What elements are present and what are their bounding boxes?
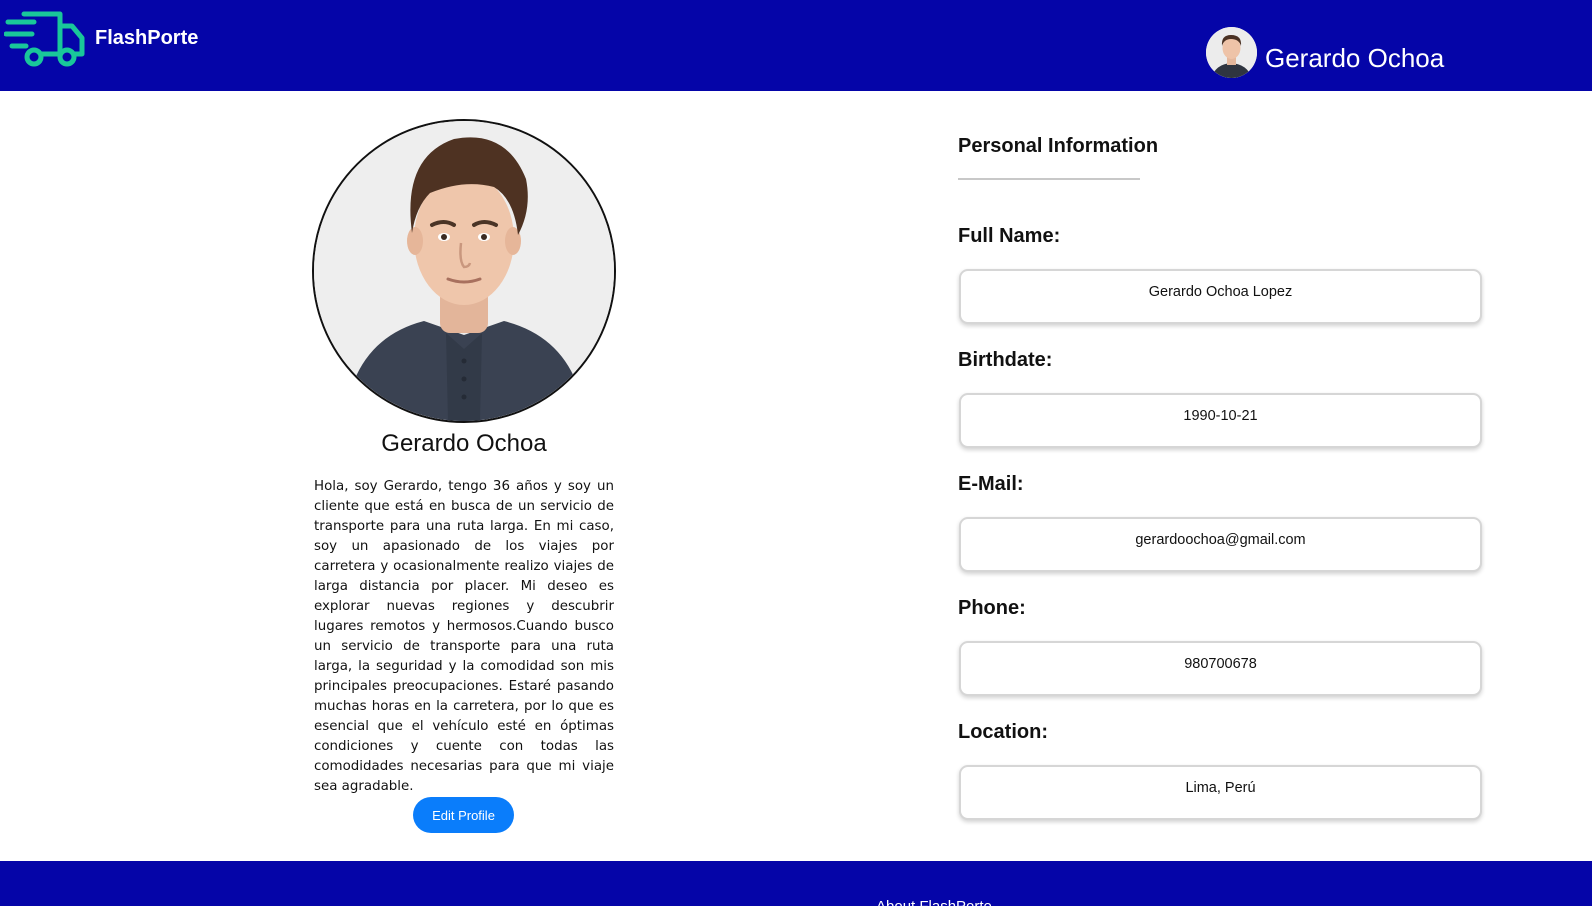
about-link[interactable]: About FlashPorte: [876, 898, 992, 906]
profile-name: Gerardo Ochoa: [381, 430, 547, 457]
birthdate-label: Birthdate:: [958, 349, 1053, 371]
divider: [958, 178, 1140, 180]
location-field[interactable]: Lima, Perú: [959, 765, 1482, 820]
delivery-truck-icon[interactable]: [4, 6, 86, 68]
email-label: E-Mail:: [958, 473, 1024, 495]
top-navigation-bar: FlashPorte Gerardo Ochoa: [0, 0, 1592, 91]
full-name-label: Full Name:: [958, 225, 1061, 247]
section-title: Personal Information: [958, 135, 1159, 157]
edit-profile-button[interactable]: Edit Profile: [413, 797, 514, 833]
email-field[interactable]: gerardoochoa@gmail.com: [959, 517, 1482, 572]
full-name-field[interactable]: Gerardo Ochoa Lopez: [959, 269, 1482, 324]
phone-field[interactable]: 980700678: [959, 641, 1482, 696]
birthdate-field[interactable]: 1990-10-21: [959, 393, 1482, 448]
footer: About FlashPorte: [0, 861, 1592, 906]
profile-photo: [312, 119, 616, 423]
avatar[interactable]: [1206, 26, 1257, 78]
user-name: Gerardo Ochoa: [1265, 42, 1445, 73]
brand-name[interactable]: FlashPorte: [95, 27, 198, 50]
phone-label: Phone:: [958, 597, 1026, 619]
location-label: Location:: [958, 721, 1048, 743]
profile-bio: Hola, soy Gerardo, tengo 36 años y soy u…: [314, 479, 614, 794]
user-menu[interactable]: Gerardo Ochoa: [1206, 26, 1444, 78]
